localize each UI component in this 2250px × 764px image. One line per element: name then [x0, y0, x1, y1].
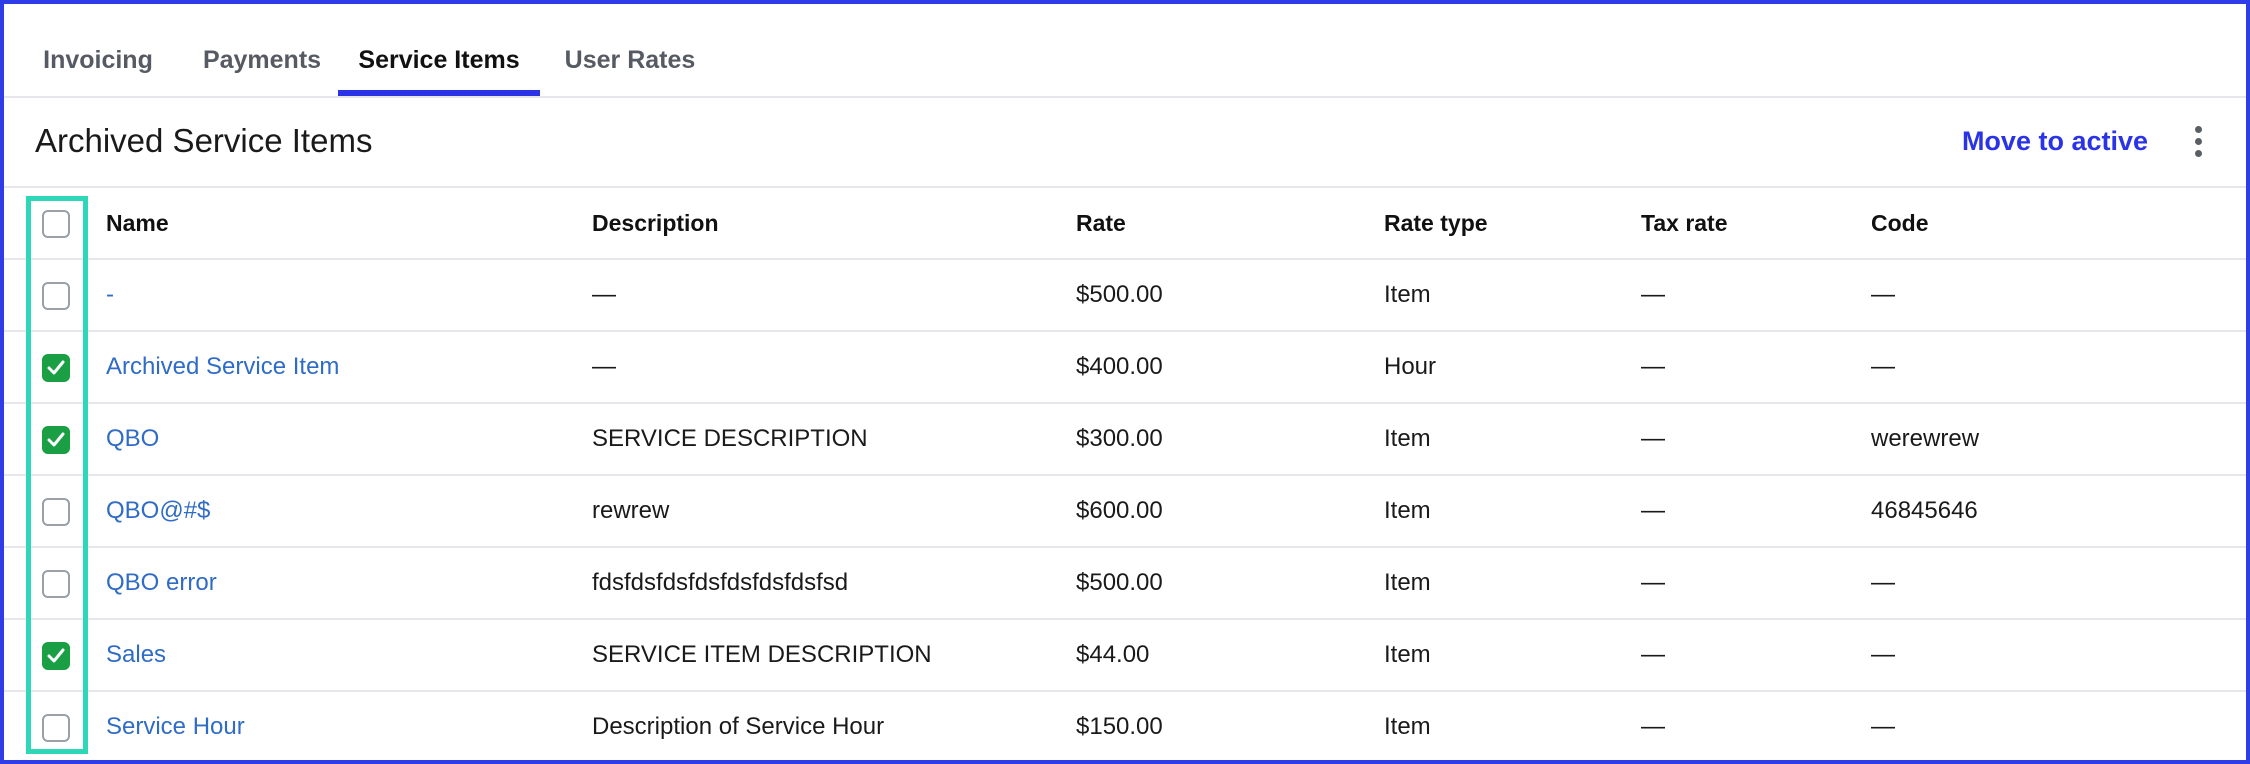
- item-rate-type: Item: [1384, 425, 1431, 452]
- item-code: werewrew: [1871, 425, 1980, 452]
- tab-payments[interactable]: Payments: [182, 32, 342, 96]
- more-vertical-icon[interactable]: [2192, 124, 2204, 160]
- item-name-link[interactable]: Service Hour: [106, 692, 245, 760]
- item-tax-rate: —: [1641, 641, 1665, 668]
- item-description: SERVICE DESCRIPTION: [592, 425, 868, 452]
- item-description: fdsfdsfdsfdsfdsfdsfdsfsd: [592, 569, 849, 596]
- item-rate-type: Item: [1384, 641, 1431, 668]
- item-tax-rate: —: [1641, 353, 1665, 380]
- table-header-row: Name Description Rate Rate type Tax rate…: [4, 188, 2246, 260]
- move-to-active-button[interactable]: Move to active: [1962, 126, 2148, 157]
- item-code: —: [1871, 281, 1895, 308]
- item-tax-rate: —: [1641, 569, 1665, 596]
- item-tax-rate: —: [1641, 713, 1665, 740]
- column-header-tax-rate[interactable]: Tax rate: [1641, 188, 1728, 258]
- row-checkbox[interactable]: [42, 354, 70, 382]
- column-header-rate[interactable]: Rate: [1076, 188, 1126, 258]
- table-row: QBO SERVICE DESCRIPTION $300.00 Item — werewr…: [4, 404, 2246, 476]
- column-header-code[interactable]: Code: [1871, 188, 1929, 258]
- item-rate-type: Item: [1384, 713, 1431, 740]
- item-tax-rate: —: [1641, 281, 1665, 308]
- row-checkbox[interactable]: [42, 426, 70, 454]
- item-rate: $44.00: [1076, 641, 1150, 668]
- item-rate-type: Hour: [1384, 353, 1437, 380]
- table-row: Service Hour Description of Service Hour $…: [4, 692, 2246, 760]
- service-items-table: Name Description Rate Rate type Tax rate…: [4, 188, 2246, 760]
- item-code: —: [1871, 641, 1895, 668]
- tab-user-rates[interactable]: User Rates: [552, 32, 708, 96]
- item-rate-type: Item: [1384, 281, 1431, 308]
- checkmark-icon: [47, 648, 65, 663]
- item-tax-rate: —: [1641, 425, 1665, 452]
- tab-bar: Invoicing Payments Service Items User Ra…: [4, 4, 2246, 98]
- item-name-link[interactable]: Sales: [106, 620, 166, 690]
- page-title: Archived Service Items: [35, 122, 373, 159]
- item-description: Description of Service Hour: [592, 713, 885, 740]
- item-rate: $150.00: [1076, 713, 1163, 740]
- item-description: SERVICE ITEM DESCRIPTION: [592, 641, 932, 668]
- row-checkbox[interactable]: [42, 570, 70, 598]
- checkmark-icon: [47, 432, 65, 447]
- item-code: —: [1871, 569, 1895, 596]
- column-header-rate-type[interactable]: Rate type: [1384, 188, 1488, 258]
- table-row: QBO@#$ rewrew $600.00 Item — 46845646: [4, 476, 2246, 548]
- item-rate: $400.00: [1076, 353, 1163, 380]
- item-rate: $600.00: [1076, 497, 1163, 524]
- table-row: Sales SERVICE ITEM DESCRIPTION $44.00 Item —…: [4, 620, 2246, 692]
- item-tax-rate: —: [1641, 497, 1665, 524]
- item-description: —: [592, 281, 616, 308]
- row-checkbox[interactable]: [42, 498, 70, 526]
- select-all-checkbox[interactable]: [42, 210, 70, 238]
- checkmark-icon: [47, 360, 65, 375]
- item-name-link[interactable]: -: [106, 260, 114, 330]
- table-row: - — $500.00 Item — —: [4, 260, 2246, 332]
- item-code: —: [1871, 353, 1895, 380]
- item-description: —: [592, 353, 616, 380]
- row-checkbox[interactable]: [42, 642, 70, 670]
- app-frame: Invoicing Payments Service Items User Ra…: [0, 0, 2250, 764]
- item-description: rewrew: [592, 497, 670, 524]
- column-header-name[interactable]: Name: [106, 188, 169, 258]
- item-code: —: [1871, 713, 1895, 740]
- item-rate-type: Item: [1384, 569, 1431, 596]
- row-checkbox[interactable]: [42, 282, 70, 310]
- item-name-link[interactable]: Archived Service Item: [106, 332, 339, 402]
- table-row: QBO error fdsfdsfdsfdsfdsfdsfdsfsd $500.00…: [4, 548, 2246, 620]
- item-name-link[interactable]: QBO error: [106, 548, 217, 618]
- tab-service-items[interactable]: Service Items: [338, 32, 540, 96]
- table-row: Archived Service Item — $400.00 Hour — —: [4, 332, 2246, 404]
- item-code: 46845646: [1871, 497, 1978, 524]
- item-rate-type: Item: [1384, 497, 1431, 524]
- item-rate: $300.00: [1076, 425, 1163, 452]
- tab-invoicing[interactable]: Invoicing: [34, 32, 162, 96]
- column-header-description[interactable]: Description: [592, 188, 719, 258]
- item-name-link[interactable]: QBO: [106, 404, 159, 474]
- item-rate: $500.00: [1076, 281, 1163, 308]
- row-checkbox[interactable]: [42, 714, 70, 742]
- item-name-link[interactable]: QBO@#$: [106, 476, 210, 546]
- section-header: Archived Service Items Move to active: [4, 98, 2246, 188]
- item-rate: $500.00: [1076, 569, 1163, 596]
